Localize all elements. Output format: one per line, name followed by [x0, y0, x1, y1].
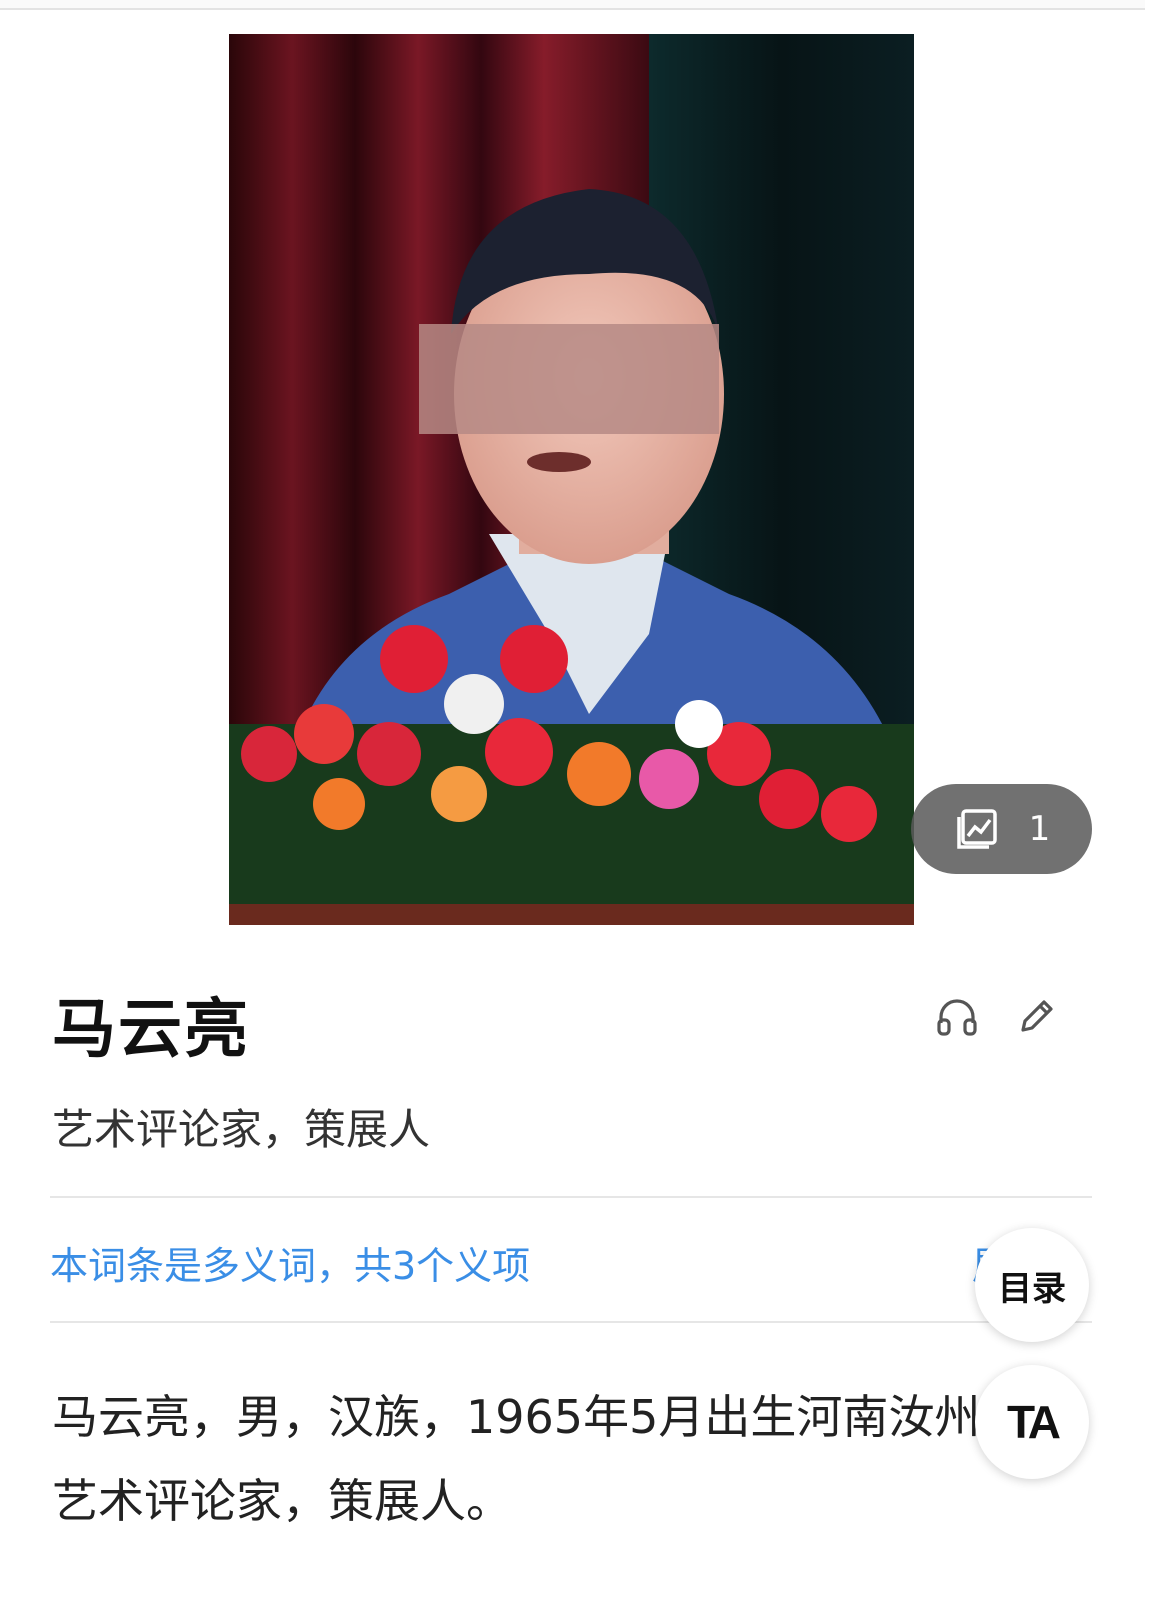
table-of-contents-button[interactable]: 目录 [975, 1228, 1089, 1342]
divider [50, 1321, 1092, 1323]
toc-label: 目录 [998, 1268, 1066, 1309]
page-title: 马云亮 [52, 993, 250, 1067]
ta-label: TA [1007, 1396, 1061, 1448]
album-button[interactable]: 1 [911, 784, 1092, 874]
summary-text: 马云亮，男，汉族，1965年5月出生河南汝州，艺术评论家，策展人。 [52, 1390, 1027, 1528]
polysemy-text[interactable]: 本词条是多义词，共3个义项 [50, 1235, 530, 1290]
gallery-icon [956, 809, 997, 849]
hero-photo-illustration [229, 34, 914, 925]
polysemy-notice[interactable]: 本词条是多义词，共3个义项 展开 [50, 1236, 1092, 1288]
hero-photo[interactable] [229, 34, 914, 925]
divider [50, 1196, 1092, 1198]
encyclopedia-entry-page: 1 马云亮 艺术评论家，策展人 本词条是多义词，共3个义项 展开 马云亮，男，汉… [0, 0, 1170, 1608]
headphones-icon[interactable] [934, 993, 980, 1039]
edit-pencil-icon[interactable] [1014, 993, 1060, 1039]
top-divider [0, 0, 1145, 10]
album-count: 1 [1028, 809, 1051, 849]
title-actions [934, 993, 1060, 1039]
page-subtitle: 艺术评论家，策展人 [52, 1105, 431, 1154]
ta-button[interactable]: TA [975, 1365, 1089, 1479]
